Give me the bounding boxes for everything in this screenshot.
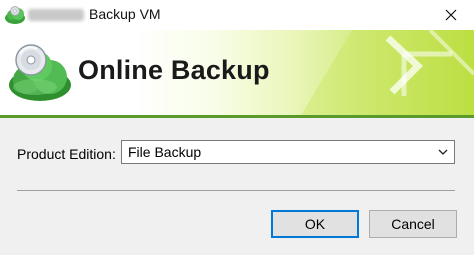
separator-line	[17, 190, 455, 191]
banner-divider	[0, 115, 474, 118]
header-banner: Online Backup	[0, 30, 474, 117]
ok-button[interactable]: OK	[271, 210, 359, 238]
cancel-button[interactable]: Cancel	[369, 210, 457, 238]
close-icon	[445, 9, 457, 21]
close-button[interactable]	[428, 0, 474, 30]
product-edition-select[interactable]: File Backup	[121, 140, 455, 164]
chevron-down-icon	[438, 149, 448, 155]
window-title: Backup VM	[89, 6, 161, 22]
product-edition-label: Product Edition:	[17, 146, 116, 162]
obscured-title-prefix	[28, 9, 84, 21]
title-bar: Backup VM	[0, 0, 474, 30]
product-edition-value: File Backup	[128, 144, 202, 160]
banner-title: Online Backup	[78, 55, 270, 85]
app-icon	[5, 6, 25, 24]
cloud-disc-icon	[9, 44, 71, 101]
